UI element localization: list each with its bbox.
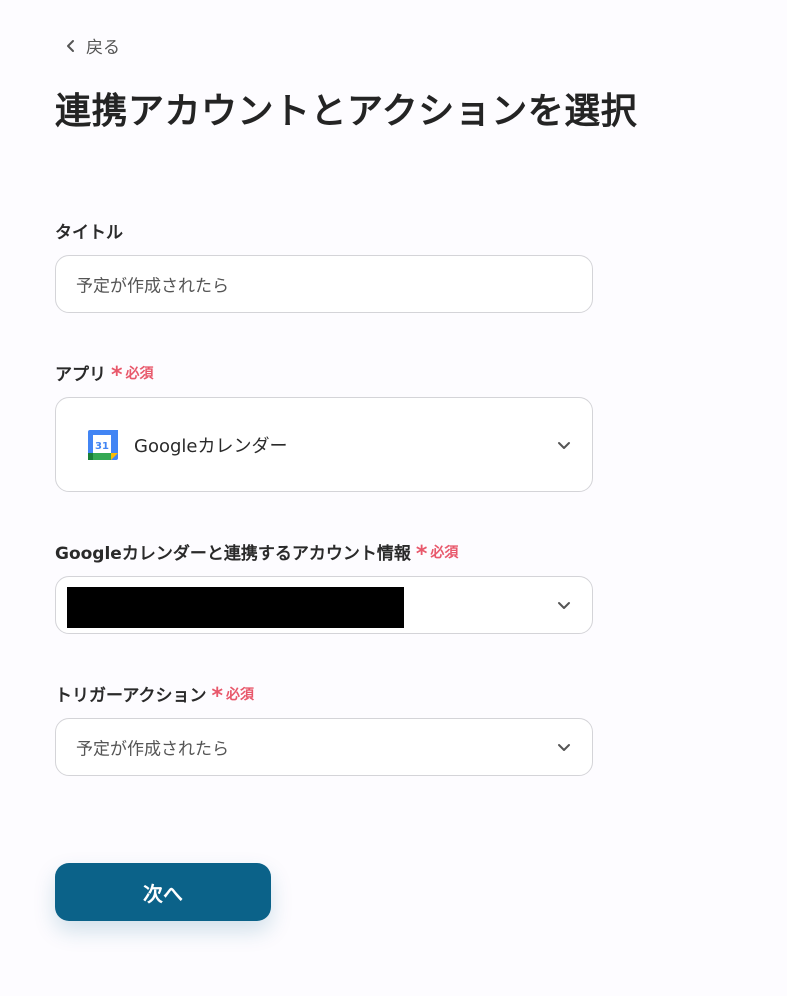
- next-button[interactable]: 次へ: [55, 863, 271, 921]
- chevron-down-icon: [558, 744, 570, 751]
- title-input-value: 予定が作成されたら: [76, 276, 229, 297]
- required-badge: * 必須: [111, 362, 154, 388]
- google-calendar-icon: 31: [88, 429, 118, 460]
- trigger-label-text: トリガーアクション: [55, 686, 207, 706]
- back-label: 戻る: [86, 38, 120, 58]
- account-label: Googleカレンダーと連携するアカウント情報 * 必須: [55, 539, 459, 567]
- required-star: *: [415, 541, 428, 567]
- app-label: アプリ * 必須: [55, 360, 154, 388]
- title-input[interactable]: 予定が作成されたら: [55, 255, 593, 313]
- required-text: 必須: [125, 365, 154, 382]
- trigger-select-value: 予定が作成されたら: [76, 739, 229, 760]
- chevron-left-icon: [67, 39, 74, 52]
- chevron-down-icon: [558, 441, 570, 449]
- account-select[interactable]: [55, 576, 593, 634]
- required-star: *: [211, 683, 223, 709]
- app-label-text: アプリ: [55, 365, 106, 385]
- account-label-text: Googleカレンダーと連携するアカウント情報: [55, 544, 411, 564]
- required-text: 必須: [226, 686, 254, 703]
- required-text: 必須: [430, 544, 459, 561]
- title-label-text: タイトル: [55, 223, 123, 243]
- required-star: *: [111, 362, 123, 388]
- required-badge: * 必須: [211, 683, 254, 709]
- page-title: 連携アカウントとアクションを選択: [55, 91, 638, 132]
- trigger-select[interactable]: 予定が作成されたら: [55, 718, 593, 776]
- trigger-label: トリガーアクション * 必須: [55, 681, 254, 709]
- chevron-down-icon: [558, 602, 570, 609]
- required-badge: * 必須: [415, 541, 459, 567]
- back-link[interactable]: 戻る: [64, 33, 120, 58]
- app-select-value: Googleカレンダー: [134, 435, 288, 457]
- app-select[interactable]: 31 Googleカレンダー: [55, 397, 593, 492]
- svg-text:31: 31: [95, 441, 109, 452]
- title-label: タイトル: [55, 218, 123, 243]
- redacted-account-value: [67, 587, 404, 628]
